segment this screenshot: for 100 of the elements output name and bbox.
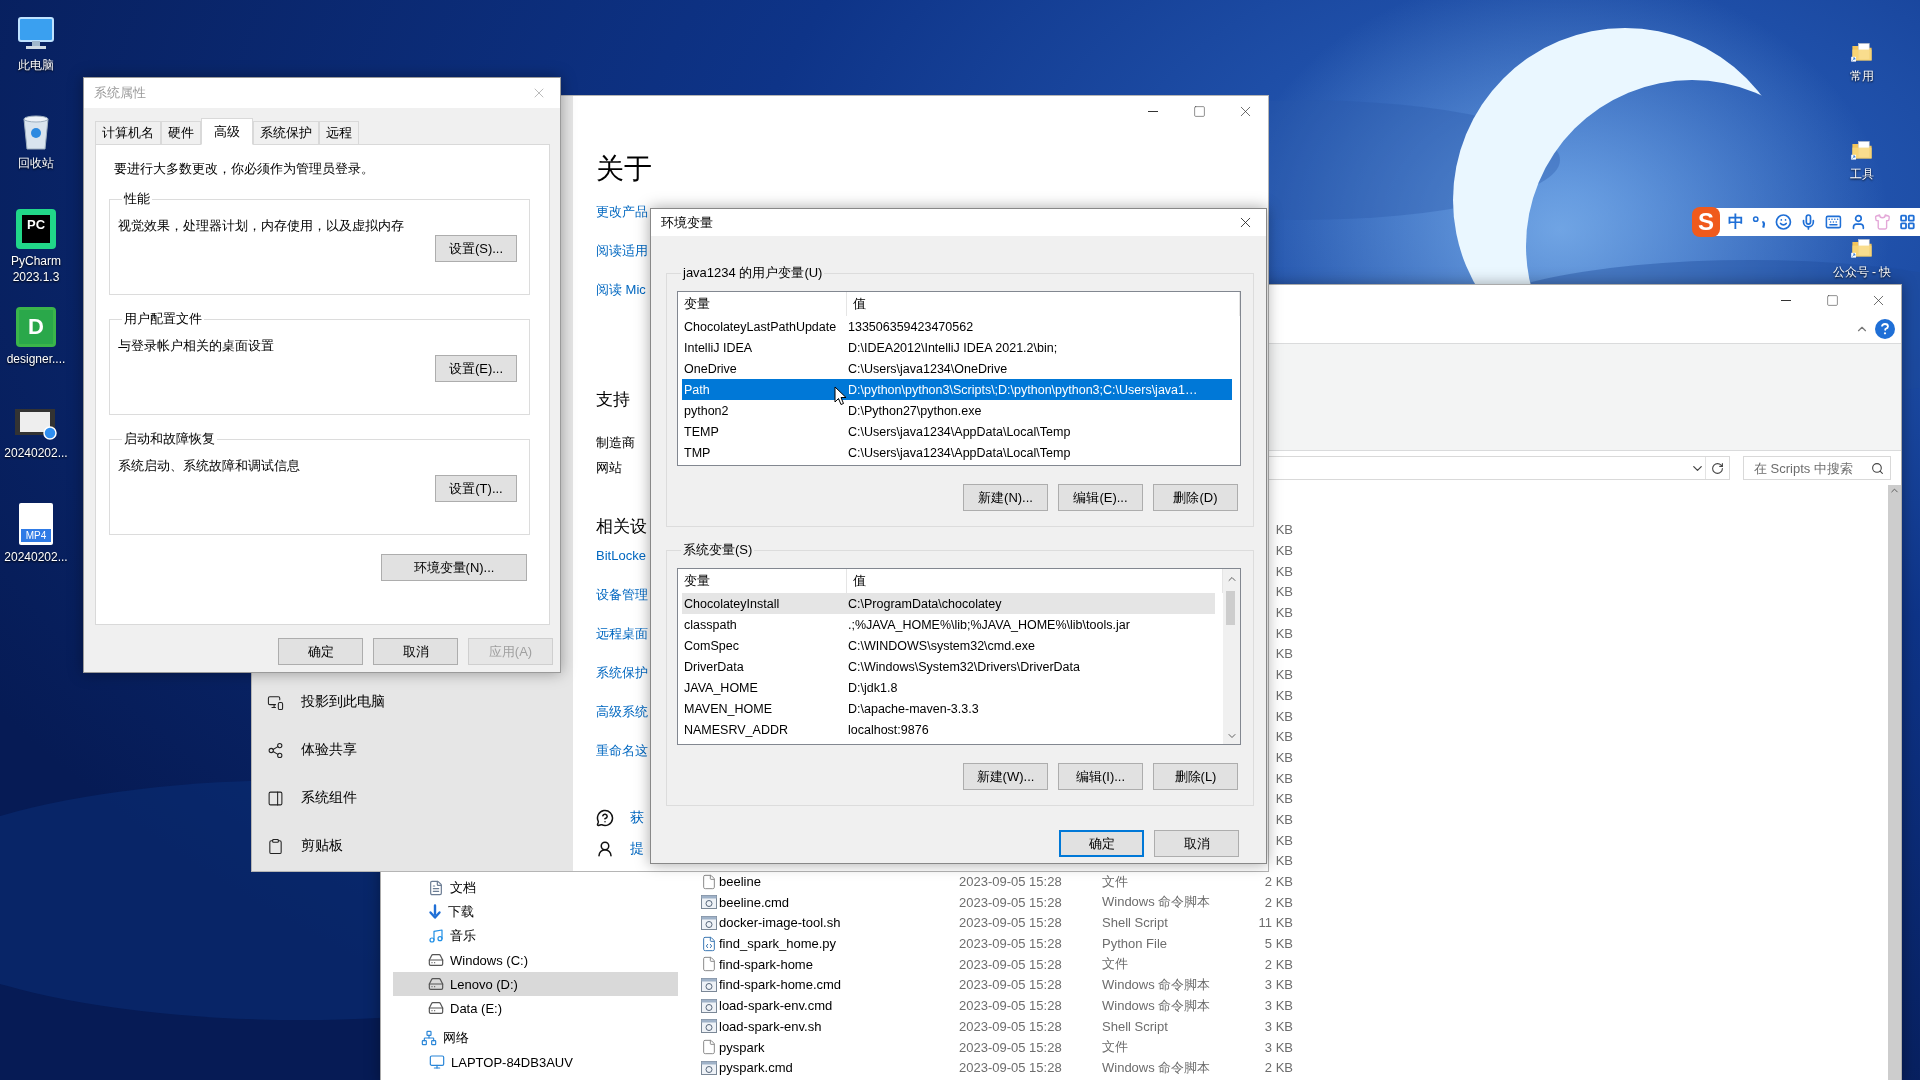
variable-row[interactable]: ComSpec C:\WINDOWS\system32\cmd.exe	[682, 635, 1215, 656]
emoji-icon[interactable]	[1775, 213, 1792, 231]
sidebar-item[interactable]: 投影到此电脑	[252, 678, 573, 726]
desktop-icon-label[interactable]: PyCharm 2023.1.3	[0, 253, 72, 285]
variable-row[interactable]: classpath .;%JAVA_HOME%\lib;%JAVA_HOME%\lib\tools.jar	[682, 614, 1215, 635]
desktop-icon-label[interactable]: 此电脑	[0, 57, 72, 73]
folder-icon[interactable]	[1850, 138, 1874, 162]
variable-button[interactable]: 编辑(E)...	[1058, 484, 1143, 511]
tab[interactable]: 计算机名	[95, 121, 161, 144]
desktop-icon-label[interactable]: 公众号 - 快	[1826, 264, 1898, 280]
variable-row[interactable]: TMP C:\Users\java1234\AppData\Local\Temp	[682, 442, 1232, 463]
file-row[interactable]: find-spark-home 2023-09-05 15:28 文件 2 KB	[678, 953, 1888, 975]
scrollbar[interactable]	[1888, 485, 1901, 1080]
settings-link[interactable]: 系统保护	[596, 653, 648, 692]
nav-item[interactable]: LAPTOP-84DB3AUV	[393, 1050, 678, 1074]
dialog-button[interactable]: 取消	[373, 638, 458, 665]
settings-link[interactable]: 更改产品	[596, 192, 648, 231]
settings-button[interactable]: 设置(S)...	[435, 235, 517, 262]
admin-notice: 要进行大多数更改，你必须作为管理员登录。	[113, 160, 375, 178]
variable-row[interactable]: TEMP C:\Users\java1234\AppData\Local\Temp	[682, 421, 1232, 442]
settings-link[interactable]: 设备管理	[596, 575, 648, 614]
sidebar-item[interactable]: 剪贴板	[252, 822, 573, 870]
settings-link[interactable]: 重命名这	[596, 731, 648, 770]
keyboard-icon[interactable]	[1824, 213, 1842, 231]
variable-button[interactable]: 编辑(I)...	[1058, 763, 1143, 790]
tab[interactable]: 系统保护	[253, 121, 319, 144]
settings-link[interactable]: 阅读适用	[596, 231, 648, 270]
variable-row[interactable]: Path D:\python\python3\Scripts\;D:\python\python3;C:\Users\java1…	[682, 379, 1232, 400]
desktop-icon-label[interactable]: 20240202...	[0, 445, 72, 461]
file-row[interactable]: pyspark.cmd 2023-09-05 15:28 Windows 命令脚本 2 KB	[678, 1057, 1888, 1079]
variable-button[interactable]: 删除(L)	[1153, 763, 1238, 790]
settings-button[interactable]: 设置(T)...	[435, 475, 517, 502]
variable-button[interactable]: 新建(N)...	[963, 484, 1048, 511]
variable-row[interactable]: DriverData C:\Windows\System32\Drivers\DriverData	[682, 656, 1215, 677]
nav-item[interactable]: Data (E:)	[393, 996, 678, 1020]
file-row[interactable]: load-spark-env.cmd 2023-09-05 15:28 Windows 命令脚本 3 KB	[678, 995, 1888, 1016]
file-size: KB	[1275, 811, 1293, 827]
scroll-thumb[interactable]	[1225, 591, 1235, 625]
settings-link[interactable]: 高级系统	[596, 692, 648, 731]
file-row[interactable]: pyspark 2023-09-05 15:28 文件 3 KB	[678, 1036, 1888, 1058]
variable-row[interactable]: NAMESRV_ADDR localhost:9876	[682, 719, 1215, 740]
variable-value: C:\Windows\System32\Drivers\DriverData	[847, 659, 1080, 674]
video-file-icon[interactable]: MP4	[19, 503, 53, 545]
desktop-icon-label[interactable]: 工具	[1826, 166, 1898, 182]
folder-icon[interactable]	[1850, 236, 1874, 260]
desktop-icon-label[interactable]: 常用	[1826, 68, 1898, 84]
nav-item[interactable]: 文档	[393, 876, 678, 900]
search-field[interactable]: 在 Scripts 中搜索	[1743, 456, 1891, 480]
file-row[interactable]: beeline.cmd 2023-09-05 15:28 Windows 命令脚本 2 KB	[678, 891, 1888, 913]
variable-button[interactable]: 删除(D)	[1153, 484, 1238, 511]
nav-item[interactable]: Windows (C:)	[393, 948, 678, 972]
file-size: 2 KB	[1264, 956, 1293, 972]
help-link[interactable]: 提	[630, 839, 644, 858]
dialog-button[interactable]: 确定	[278, 638, 363, 665]
input-mode-label[interactable]: 中	[1728, 211, 1745, 233]
desktop-icon-label[interactable]: 回收站	[0, 155, 72, 171]
punctuation-icon[interactable]	[1752, 215, 1767, 229]
variable-row[interactable]: MAVEN_HOME D:\apache-maven-3.3.3	[682, 698, 1215, 719]
variable-button[interactable]: 新建(W)...	[963, 763, 1048, 790]
tab[interactable]: 硬件	[161, 121, 201, 144]
desktop-icon-label[interactable]: designer....	[0, 351, 72, 367]
folder-icon[interactable]	[1850, 40, 1874, 64]
variable-row[interactable]: OneDrive C:\Users\java1234\OneDrive	[682, 358, 1232, 379]
settings-button[interactable]: 设置(E)...	[435, 355, 517, 382]
app-logo[interactable]: PC	[16, 209, 56, 249]
variable-row[interactable]: python2 D:\Python27\python.exe	[682, 400, 1232, 421]
environment-variables-button[interactable]: 环境变量(N)...	[381, 554, 527, 581]
variable-row[interactable]: JAVA_HOME D:\jdk1.8	[682, 677, 1215, 698]
dialog-button[interactable]: 确定	[1059, 830, 1144, 857]
column-header[interactable]: 值	[847, 292, 1240, 316]
sidebar-item[interactable]: 系统组件	[252, 774, 573, 822]
desktop-icon-label[interactable]: 20240202...	[0, 549, 72, 565]
sidebar-item[interactable]: 体验共享	[252, 726, 573, 774]
tab[interactable]: 高级	[201, 118, 253, 145]
nav-item[interactable]: Lenovo (D:)	[393, 972, 678, 996]
variable-row[interactable]: ChocolateyLastPathUpdate 133506359423470562	[682, 316, 1232, 337]
file-row[interactable]: find-spark-home.cmd 2023-09-05 15:28 Windows 命令脚本 3 KB	[678, 974, 1888, 996]
nav-item[interactable]: 音乐	[393, 924, 678, 948]
grid-icon[interactable]	[1899, 213, 1916, 231]
file-row[interactable]: find_spark_home.py 2023-09-05 15:28 Python File 5 KB	[678, 933, 1888, 954]
help-button[interactable]	[1875, 319, 1895, 339]
column-header[interactable]: 变量	[678, 292, 847, 316]
variable-row[interactable]: IntelliJ IDEA D:\IDEA2012\IntelliJ IDEA 2021.2\bin;	[682, 337, 1232, 358]
scrollbar[interactable]	[1223, 569, 1240, 744]
help-link[interactable]: 获	[630, 808, 644, 827]
dialog-button[interactable]: 取消	[1154, 830, 1239, 857]
tab[interactable]: 远程	[319, 121, 359, 144]
settings-link[interactable]: 阅读 Mic	[596, 270, 646, 309]
file-row[interactable]: docker-image-tool.sh 2023-09-05 15:28 Shell Script 11 KB	[678, 912, 1888, 934]
nav-item[interactable]: 下载	[393, 900, 678, 924]
file-row[interactable]: load-spark-env.sh 2023-09-05 15:28 Shell Script 3 KB	[678, 1016, 1888, 1037]
document-icon	[428, 880, 444, 896]
minimize-icon	[1148, 110, 1158, 112]
group-title: 启动和故障恢复	[123, 431, 216, 447]
variable-row[interactable]: ChocolateyInstall C:\ProgramData\chocolatey	[682, 593, 1215, 614]
file-row[interactable]: beeline 2023-09-05 15:28 文件 2 KB	[678, 871, 1888, 892]
file-size: 2 KB	[1264, 874, 1293, 890]
settings-link[interactable]: BitLocke	[596, 536, 646, 575]
settings-link[interactable]: 远程桌面	[596, 614, 648, 653]
nav-item[interactable]: 网络	[393, 1026, 678, 1050]
